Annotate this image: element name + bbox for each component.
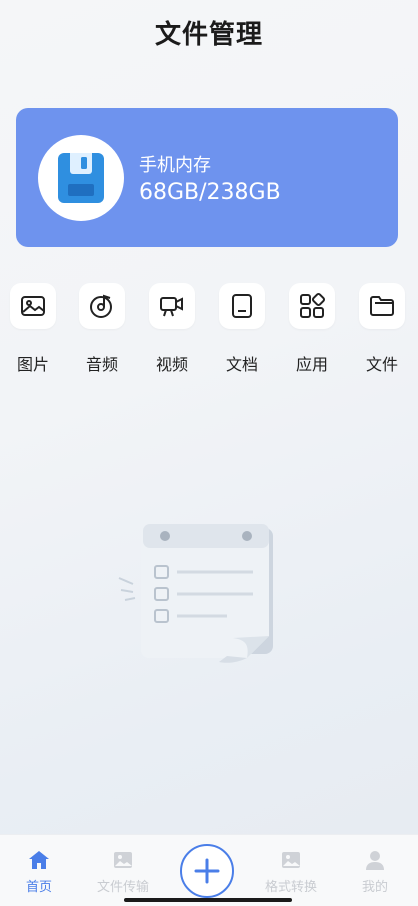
tab-format-convert[interactable]: 格式转换: [256, 835, 326, 895]
storage-label: 手机内存: [139, 155, 211, 176]
category-label: 应用: [295, 355, 328, 374]
category-row: 图片 音频 视频 文档 应用 文件: [0, 283, 418, 383]
category-images[interactable]: 图片: [3, 283, 63, 375]
category-label: 视频: [155, 355, 188, 374]
tab-mine[interactable]: 我的: [340, 835, 410, 895]
folder-icon: [370, 296, 394, 316]
tab-label: 我的: [361, 880, 388, 895]
tab-label: 文件传输: [96, 880, 149, 895]
category-documents[interactable]: 文档: [212, 283, 272, 375]
category-label: 图片: [16, 355, 49, 374]
tab-file-transfer[interactable]: 文件传输: [88, 835, 158, 895]
category-video[interactable]: 视频: [142, 283, 202, 375]
category-label: 文件: [365, 355, 398, 374]
storage-card[interactable]: 手机内存 68GB/238GB: [16, 108, 398, 247]
category-files[interactable]: 文件: [352, 283, 412, 375]
video-camera-icon: [160, 297, 183, 317]
document-icon: [232, 294, 252, 318]
empty-clipboard-illustration: [118, 524, 273, 663]
storage-value: 68GB/238GB: [139, 180, 281, 205]
image-icon: [21, 296, 45, 316]
storage-icon-badge: [38, 135, 124, 221]
page-title: 文件管理: [154, 20, 263, 50]
tab-home[interactable]: 首页: [4, 835, 74, 895]
person-icon: [366, 851, 384, 870]
apps-grid-icon: [300, 292, 326, 318]
category-label: 文档: [225, 355, 258, 374]
category-audio[interactable]: 音频: [72, 283, 132, 375]
home-icon: [29, 851, 49, 869]
category-apps[interactable]: 应用: [282, 283, 342, 375]
floppy-disk-icon: [58, 153, 104, 203]
plus-icon: [194, 858, 220, 884]
image-icon: [114, 852, 132, 868]
home-indicator: [124, 898, 292, 902]
add-button[interactable]: [180, 844, 234, 898]
category-label: 音频: [85, 355, 118, 374]
image-icon: [282, 852, 300, 868]
music-disc-icon: [90, 294, 112, 318]
tab-label: 格式转换: [264, 880, 317, 895]
tab-label: 首页: [25, 880, 52, 895]
